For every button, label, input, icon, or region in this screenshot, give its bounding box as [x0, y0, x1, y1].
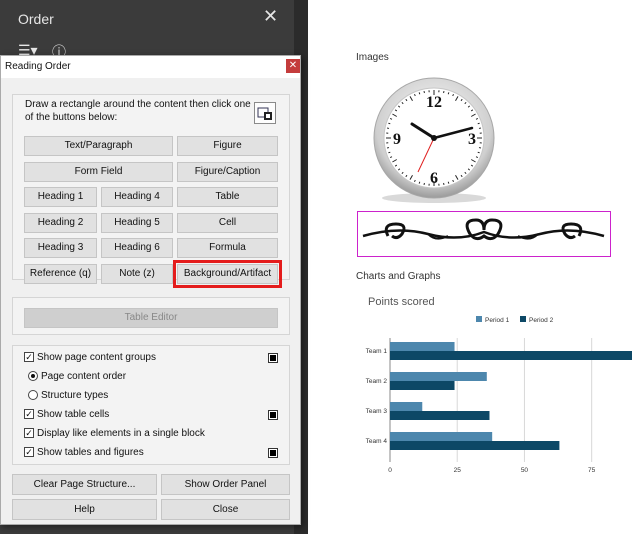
heading-3-button[interactable]: Heading 3	[24, 238, 97, 258]
order-panel-close-icon[interactable]: ✕	[263, 6, 278, 27]
clear-page-structure-button[interactable]: Clear Page Structure...	[12, 474, 157, 495]
bar	[390, 351, 632, 360]
display-like-elements-label: Display like elements in a single block	[37, 428, 205, 439]
bar	[390, 342, 455, 351]
x-tick-label: 75	[588, 467, 596, 474]
display-like-elements-checkbox[interactable]: ✓	[24, 428, 34, 438]
bar	[390, 441, 560, 450]
document-page: Images 12 3 6 9 Charts and Graphs Points…	[308, 0, 640, 534]
legend-swatch	[476, 316, 482, 322]
clock-image: 12 3 6 9	[373, 77, 495, 203]
table-button[interactable]: Table	[177, 187, 278, 207]
clock-numeral-3: 3	[468, 131, 476, 148]
formula-button[interactable]: Formula	[177, 238, 278, 258]
images-heading: Images	[356, 52, 389, 63]
clock-numeral-6: 6	[430, 170, 438, 187]
dialog-titlebar[interactable]: Reading Order ✕	[1, 56, 300, 78]
clock-tick	[477, 151, 480, 154]
ornament-image-selection[interactable]	[357, 211, 611, 257]
form-field-button[interactable]: Form Field	[24, 162, 173, 182]
chart-title: Points scored	[368, 296, 435, 308]
show-content-groups-checkbox[interactable]: ✓	[24, 352, 34, 362]
charts-heading: Charts and Graphs	[356, 271, 441, 282]
show-content-groups-label: Show page content groups	[37, 352, 156, 363]
background-artifact-button[interactable]: Background/Artifact	[173, 260, 282, 288]
x-tick-label: 0	[388, 467, 392, 474]
heading-6-button[interactable]: Heading 6	[101, 238, 173, 258]
table-cells-color-swatch[interactable]	[268, 410, 278, 420]
page-content-order-radio[interactable]	[28, 371, 38, 381]
instructions-text: Draw a rectangle around the content then…	[25, 99, 251, 123]
clock-numeral-9: 9	[393, 131, 401, 148]
legend-swatch	[520, 316, 526, 322]
close-button[interactable]: Close	[161, 499, 290, 520]
ornament-flourish-image	[362, 218, 605, 241]
show-table-cells-label: Show table cells	[37, 409, 110, 420]
figure-caption-button[interactable]: Figure/Caption	[177, 162, 278, 182]
clock-tick	[418, 181, 421, 184]
content-groups-color-swatch[interactable]	[268, 353, 278, 363]
bar	[390, 411, 490, 420]
draw-rectangle-icon[interactable]	[254, 102, 276, 124]
show-order-panel-button[interactable]: Show Order Panel	[161, 474, 290, 495]
structure-types-label: Structure types	[41, 390, 109, 401]
clock-tick	[388, 151, 391, 154]
dialog-title: Reading Order	[5, 61, 71, 72]
figure-button[interactable]: Figure	[177, 136, 278, 156]
clock-numeral-12: 12	[426, 94, 442, 111]
clock-tick	[447, 181, 450, 184]
page-content-order-label: Page content order	[41, 371, 127, 382]
y-tick-label: Team 2	[366, 378, 388, 385]
clock-tick	[388, 122, 391, 125]
clock-tick	[447, 92, 450, 95]
y-tick-label: Team 4	[366, 438, 388, 445]
heading-5-button[interactable]: Heading 5	[101, 213, 173, 233]
legend-label: Period 2	[529, 317, 554, 324]
heading-2-button[interactable]: Heading 2	[24, 213, 97, 233]
legend-label: Period 1	[485, 317, 510, 324]
y-tick-label: Team 3	[366, 408, 388, 415]
show-table-cells-checkbox[interactable]: ✓	[24, 409, 34, 419]
tables-figures-color-swatch[interactable]	[268, 448, 278, 458]
heading-1-button[interactable]: Heading 1	[24, 187, 97, 207]
heading-4-button[interactable]: Heading 4	[101, 187, 173, 207]
clock-tick	[418, 92, 421, 95]
show-tables-figures-label: Show tables and figures	[37, 447, 144, 458]
order-panel-title: Order	[18, 11, 54, 27]
bar	[390, 402, 423, 411]
text-paragraph-button[interactable]: Text/Paragraph	[24, 136, 173, 156]
reading-order-dialog: Reading Order ✕ Draw a rectangle around …	[0, 55, 301, 525]
structure-types-radio[interactable]	[28, 390, 38, 400]
table-editor-button[interactable]: Table Editor	[24, 308, 278, 328]
help-button[interactable]: Help	[12, 499, 157, 520]
y-tick-label: Team 1	[366, 348, 388, 355]
x-tick-label: 50	[521, 467, 529, 474]
dialog-close-icon[interactable]: ✕	[286, 59, 300, 73]
show-tables-figures-checkbox[interactable]: ✓	[24, 447, 34, 457]
reference-button[interactable]: Reference (q)	[24, 264, 97, 284]
bar	[390, 432, 493, 441]
cell-button[interactable]: Cell	[177, 213, 278, 233]
clock-tick	[477, 122, 480, 125]
bar	[390, 381, 455, 390]
note-button[interactable]: Note (z)	[101, 264, 173, 284]
x-tick-label: 25	[454, 467, 462, 474]
points-chart: Period 1 Period 2 0 25 50 75 Team 1 Team 2 Tea…	[366, 316, 632, 474]
bar	[390, 372, 487, 381]
